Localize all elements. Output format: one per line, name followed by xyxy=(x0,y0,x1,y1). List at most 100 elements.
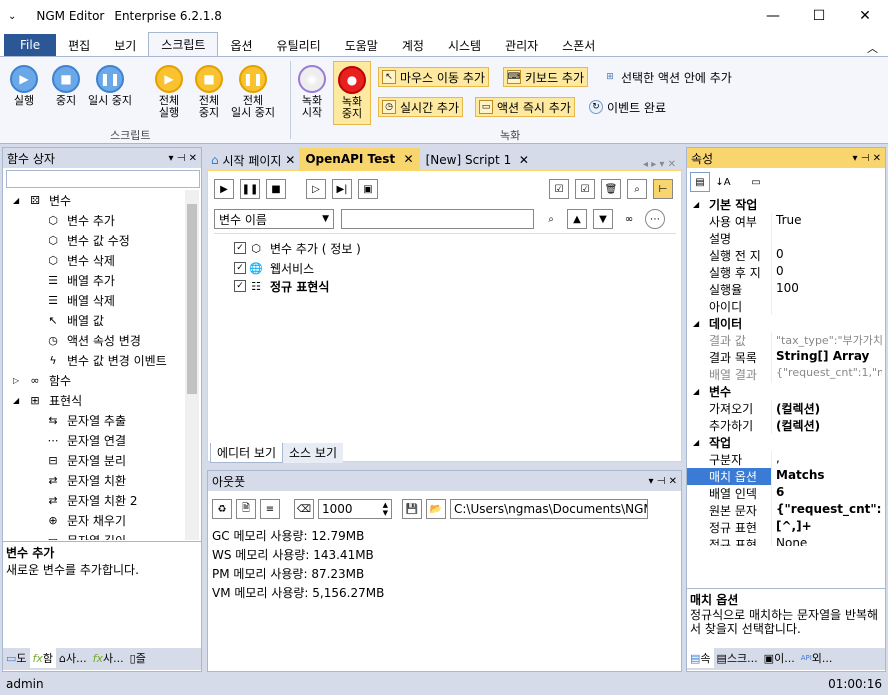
property-row[interactable]: 구분자, xyxy=(687,451,882,468)
property-value[interactable] xyxy=(771,230,882,247)
folder-icon[interactable]: 📂 xyxy=(426,499,446,519)
property-row[interactable]: 원본 문자 {"request_cnt":1, xyxy=(687,502,882,519)
property-value[interactable]: 0 xyxy=(771,247,882,264)
tab-utility[interactable]: 유틸리티 xyxy=(265,34,333,56)
check-all-icon[interactable]: ☑ xyxy=(549,179,569,199)
pause-button[interactable]: ❚❚ 일시 중지 xyxy=(88,65,132,107)
expand-icon[interactable]: ◢ xyxy=(13,396,27,405)
panel-controls[interactable]: ▾ ⊣ ✕ xyxy=(853,153,881,164)
tab-script[interactable]: 스크립트 xyxy=(148,32,219,56)
tree-item[interactable]: ϟ 변수 값 변경 이벤트 xyxy=(45,350,166,370)
play-icon[interactable]: ▶ xyxy=(214,179,234,199)
property-row[interactable]: 결과 목록 String[] Array xyxy=(687,349,882,366)
property-row[interactable]: 실행 전 지 0 xyxy=(687,247,882,264)
tree-item[interactable]: ⋯ 문자열 연결 xyxy=(45,430,127,450)
maximize-button[interactable]: ☐ xyxy=(796,0,842,32)
add-mouse-move-button[interactable]: ↖ 마우스 이동 추가 xyxy=(378,67,489,87)
categorized-icon[interactable]: ▤ xyxy=(690,172,710,192)
down-icon[interactable]: ▼ xyxy=(593,209,613,229)
property-row[interactable]: 사용 여부 True xyxy=(687,213,882,230)
event-complete-button[interactable]: ↻ 이벤트 완료 xyxy=(586,97,669,117)
close-icon[interactable]: ✕ xyxy=(519,153,529,167)
tree-item[interactable]: ⇄ 문자열 치환 xyxy=(45,470,126,490)
property-value[interactable]: {"request_cnt":1, xyxy=(771,502,882,519)
tree-item[interactable]: ◷ 액션 속성 변경 xyxy=(45,330,141,350)
doc-tab-start[interactable]: ⌂ 시작 페이지 ✕ xyxy=(207,150,299,170)
add-action-now-button[interactable]: ▭ 액션 즉시 추가 xyxy=(475,97,575,117)
record-start-button[interactable]: ◉ 녹화 시작 xyxy=(298,65,326,119)
tree-group[interactable]: ◢ ⊞ 표현식 xyxy=(13,390,82,410)
function-search-input[interactable] xyxy=(6,170,200,188)
property-category[interactable]: 작업 xyxy=(687,434,882,451)
tree-item[interactable]: ↖ 배열 값 xyxy=(45,310,104,330)
tab-images[interactable]: ▣ 이... xyxy=(761,648,798,668)
eraser-icon[interactable]: ⌫ xyxy=(294,499,314,519)
property-value[interactable]: "tax_type":"부가가치 xyxy=(771,332,882,349)
pause-icon[interactable]: ❚❚ xyxy=(240,179,260,199)
run-to-icon[interactable]: ▶| xyxy=(332,179,352,199)
action-item[interactable]: ✓ 🌐 웹서비스 xyxy=(234,258,314,278)
action-item[interactable]: ✓ ⬡ 변수 추가 ( 정보 ) xyxy=(234,238,361,258)
property-row[interactable]: 아이디 xyxy=(687,298,882,315)
property-value[interactable]: [^,]+ xyxy=(771,519,882,536)
pause-all-button[interactable]: ❚❚ 전체 일시 중지 xyxy=(231,65,275,119)
tab-account[interactable]: 계정 xyxy=(390,34,436,56)
property-row[interactable]: 결과 값 "tax_type":"부가가치 xyxy=(687,332,882,349)
run-button[interactable]: ▶ 실행 xyxy=(10,65,38,107)
collapse-icon[interactable]: ◢ xyxy=(693,387,699,396)
expand-icon[interactable]: ▷ xyxy=(13,376,27,385)
tree-item[interactable]: ▭ 문자열 길이 xyxy=(45,530,126,541)
tab-editor-view[interactable]: 에디터 보기 xyxy=(210,443,284,463)
more-icon[interactable]: ⋯ xyxy=(645,209,665,229)
search-icon[interactable]: ⌕ xyxy=(627,179,647,199)
tree-item[interactable]: ⇆ 문자열 추출 xyxy=(45,410,126,430)
property-value[interactable] xyxy=(771,298,882,315)
stop-button[interactable]: ■ 중지 xyxy=(52,65,80,107)
collapse-icon[interactable]: ◢ xyxy=(693,438,699,447)
doc-tab-openapi[interactable]: OpenAPI Test ✕ xyxy=(299,148,420,170)
tab-favorites[interactable]: ▯ 즐 xyxy=(127,648,149,668)
up-icon[interactable]: ▲ xyxy=(567,209,587,229)
stop-all-button[interactable]: ■ 전체 중지 xyxy=(195,65,223,119)
tree-scrollbar[interactable] xyxy=(185,190,199,540)
add-inside-selected-button[interactable]: ⊞ 선택한 액션 안에 추가 xyxy=(600,67,735,87)
tree-item[interactable]: ⬡ 변수 값 수정 xyxy=(45,230,130,250)
tab-help[interactable]: 도움말 xyxy=(333,34,390,56)
tab-file[interactable]: File xyxy=(4,34,57,56)
tab-scroll-icon[interactable]: ◂ ▸ ▾ ✕ xyxy=(643,159,676,170)
tree-group[interactable]: ▷ ∞ 함수 xyxy=(13,370,71,390)
tree-item[interactable]: ⬡ 변수 추가 xyxy=(45,210,115,230)
tab-edit[interactable]: 편집 xyxy=(56,34,102,56)
checkbox[interactable]: ✓ xyxy=(234,242,246,254)
property-value[interactable]: 0 xyxy=(771,264,882,281)
property-value[interactable]: (컬렉션) xyxy=(771,400,882,417)
collapse-ribbon-icon[interactable]: ︿ xyxy=(867,40,878,56)
property-category[interactable]: 데이터 xyxy=(687,315,882,332)
check-icon[interactable]: ☑ xyxy=(575,179,595,199)
property-value[interactable]: True xyxy=(771,213,882,230)
tree-item[interactable]: ⬡ 변수 삭제 xyxy=(45,250,115,270)
property-row[interactable]: 추가하기 (컬렉션) xyxy=(687,417,882,434)
property-row[interactable]: 설명 xyxy=(687,230,882,247)
tree-item[interactable]: ☰ 배열 삭제 xyxy=(45,290,115,310)
line-count-stepper[interactable]: 1000 ▲ ▼ xyxy=(318,499,392,519)
stop-icon[interactable]: ■ xyxy=(266,179,286,199)
tab-admin[interactable]: 관리자 xyxy=(493,34,550,56)
tab-scripts[interactable]: ▤ 스크... xyxy=(714,648,761,668)
delete-icon[interactable]: 🗑 xyxy=(601,179,621,199)
close-icon[interactable]: ✕ xyxy=(404,152,414,166)
record-stop-button[interactable]: ● 녹화 중지 xyxy=(333,61,371,125)
log-path-input[interactable]: C:\Users\ngmas\Documents\NGM6\ xyxy=(450,499,648,519)
property-row[interactable]: 실행 후 지 0 xyxy=(687,264,882,281)
doc-tab-new-script[interactable]: [New] Script 1 ✕ xyxy=(420,150,535,170)
property-value[interactable]: 100 xyxy=(771,281,882,298)
list-icon[interactable]: ≡ xyxy=(260,499,280,519)
property-row[interactable]: 정규 표현 None xyxy=(687,536,882,546)
minimize-button[interactable]: — xyxy=(750,0,796,32)
expand-icon[interactable]: ◢ xyxy=(13,196,27,205)
tab-view[interactable]: 보기 xyxy=(102,34,148,56)
property-value[interactable]: Matchs xyxy=(771,468,882,485)
editor-search-input[interactable] xyxy=(341,209,534,229)
tab-user-func[interactable]: fx 사... xyxy=(90,648,127,668)
property-pages-icon[interactable]: ▭ xyxy=(746,172,766,192)
